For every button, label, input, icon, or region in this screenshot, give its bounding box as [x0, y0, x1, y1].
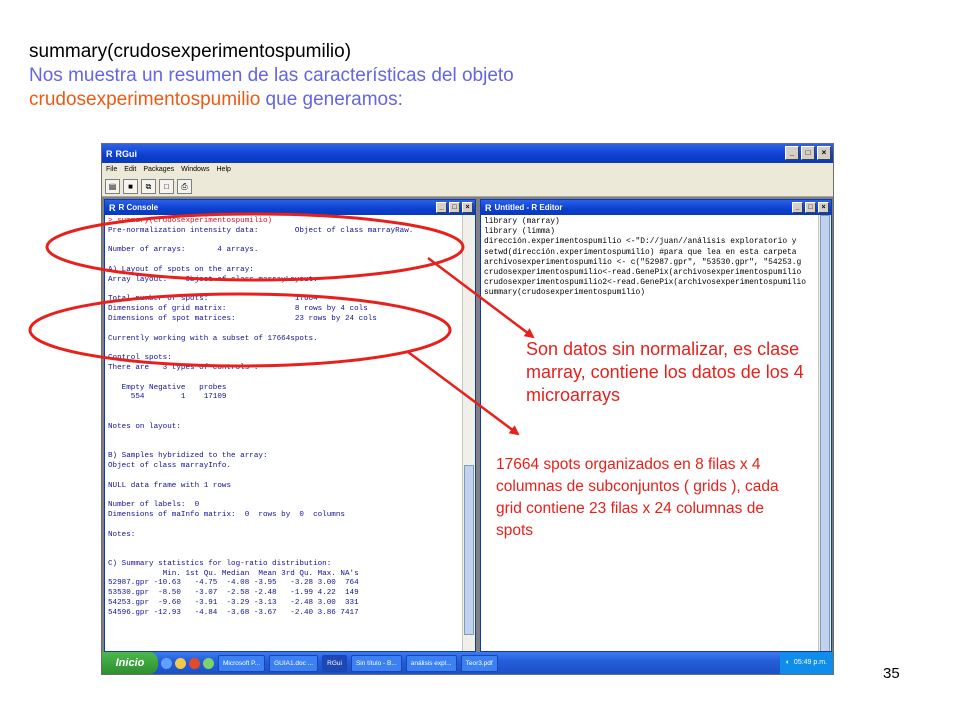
annotation-raw-data: Son datos sin normalizar, es clase marra…	[526, 339, 804, 405]
console-line: 53530.gpr -8.50 -3.07 -2.58 -2.48 -1.99 …	[108, 589, 359, 598]
stop-icon[interactable]: □	[159, 178, 174, 194]
heading-description-tail: que generamos:	[260, 89, 403, 110]
maximize-button[interactable]: □	[801, 146, 815, 160]
console-line: Control spots:	[108, 354, 172, 363]
copy-paste-icon[interactable]: ⧉	[141, 178, 156, 194]
console-line: Object of class marrayInfo.	[108, 461, 232, 470]
console-line: There are 3 types of controls :	[108, 363, 259, 372]
open-script-icon[interactable]: ▤	[105, 178, 120, 194]
console-line: Dimensions of grid matrix: 8 rows by 4 c…	[108, 305, 368, 314]
editor-close-button[interactable]: ×	[818, 202, 829, 213]
editor-line: setwd(dirección.experimentospumilio) #pa…	[484, 247, 797, 257]
editor-line: dirección.experimentospumilio <-"D://jua…	[484, 237, 797, 247]
save-icon[interactable]: ■	[123, 178, 138, 194]
console-line: Notes on layout:	[108, 422, 181, 431]
tray-network-icon[interactable]: ◐	[786, 652, 790, 674]
toolbar: ▤ ■ ⧉ □ ⎙	[102, 176, 833, 197]
editor-scroll-thumb[interactable]	[820, 215, 830, 651]
editor-scrollbar[interactable]	[818, 215, 831, 651]
heading-description-line2: crudosexperimentospumilio que generamos:	[29, 89, 403, 110]
console-line: 54596.gpr -12.93 -4.84 -3.68 -3.67 -2.40…	[108, 608, 359, 617]
start-button[interactable]: Inicio	[102, 652, 158, 674]
console-line: C) Summary statistics for log-ratio dist…	[108, 559, 332, 568]
console-line: Array layout: Object of class marrayLayo…	[108, 275, 318, 284]
editor-line: crudosexperimentospumilio2<-read.GenePix…	[484, 278, 806, 288]
page-number: 35	[883, 665, 900, 682]
menu-packages[interactable]: Packages	[143, 166, 174, 173]
close-button[interactable]: ×	[817, 146, 831, 160]
quicklaunch-browser-icon[interactable]	[161, 657, 172, 669]
r-logo-icon: R	[109, 202, 116, 213]
task-pdf[interactable]: Teor3.pdf	[460, 654, 498, 672]
editor-titlebar[interactable]: R Untitled - R Editor _ □ ×	[481, 200, 831, 215]
editor-maximize-button[interactable]: □	[805, 202, 816, 213]
console-line: Notes:	[108, 530, 136, 539]
r-console-window[interactable]: R R Console _ □ × > summary(crudosexperi…	[104, 199, 476, 652]
console-line: Dimensions of maInfo matrix: 0 rows by 0…	[108, 510, 345, 519]
windows-taskbar: Inicio Microsoft P... GUIA1.doc ... RGui…	[102, 652, 833, 674]
console-minimize-button[interactable]: _	[436, 202, 447, 213]
console-line: A) Layout of spots on the array:	[108, 265, 254, 274]
console-line: Total number of spots: 17664	[108, 295, 318, 304]
console-line: 554 1 17109	[108, 393, 227, 402]
r-logo-icon: R	[106, 148, 113, 159]
editor-line: library (marray)	[484, 217, 560, 226]
editor-line: archivosexperimentospumilio <- c("52987.…	[484, 257, 802, 267]
heading-description: Nos muestra un resumen de las caracterís…	[29, 65, 514, 86]
menu-edit[interactable]: Edit	[124, 166, 136, 173]
heading-object-name: crudosexperimentospumilio	[29, 89, 261, 110]
task-untitled[interactable]: Sin título - B...	[350, 654, 402, 672]
console-line: Min. 1st Qu. Median Mean 3rd Qu. Max. NA…	[108, 569, 359, 578]
rgui-titlebar[interactable]: R RGui _ □ ×	[102, 144, 833, 163]
console-line: Empty Negative probes	[108, 383, 227, 392]
console-line: 52987.gpr -10.63 -4.75 -4.08 -3.95 -3.28…	[108, 579, 359, 588]
task-rgui[interactable]: RGui	[322, 654, 347, 672]
console-line: Currently working with a subset of 17664…	[108, 334, 318, 343]
console-title: R Console	[118, 203, 159, 212]
editor-line: summary(crudosexperimentospumilio)	[484, 288, 645, 298]
menu-bar: File Edit Packages Windows Help	[102, 163, 833, 176]
editor-title: Untitled - R Editor	[494, 203, 563, 212]
menu-windows[interactable]: Windows	[181, 166, 209, 173]
rgui-title: RGui	[115, 148, 138, 159]
quicklaunch-media-icon[interactable]	[189, 657, 200, 669]
console-titlebar[interactable]: R R Console _ □ ×	[105, 200, 475, 215]
console-line: NULL data frame with 1 rows	[108, 481, 232, 490]
slide-heading: summary(crudosexperimentospumilio) Nos m…	[29, 40, 929, 112]
console-scroll-thumb[interactable]	[464, 465, 474, 635]
editor-minimize-button[interactable]: _	[792, 202, 803, 213]
editor-text-area[interactable]: library (marray) library (limma) direcci…	[484, 217, 806, 299]
r-editor-window[interactable]: R Untitled - R Editor _ □ × library (mar…	[480, 199, 832, 652]
rgui-window: R RGui _ □ × File Edit Packages Windows …	[101, 143, 834, 675]
quicklaunch-app-icon[interactable]	[203, 657, 214, 669]
console-line: Dimensions of spot matrices: 23 rows by …	[108, 314, 377, 323]
menu-help[interactable]: Help	[217, 166, 231, 173]
console-line: Pre-normalization intensity data: Object…	[108, 226, 414, 235]
menu-file[interactable]: File	[106, 166, 117, 173]
clock: 05:49 p.m.	[793, 659, 827, 666]
console-line: 54253.gpr -9.60 -3.91 -3.29 -3.13 -2.48 …	[108, 599, 359, 608]
heading-command: summary(crudosexperimentospumilio)	[29, 41, 352, 62]
minimize-button[interactable]: _	[785, 146, 799, 160]
editor-line: library (limma)	[484, 227, 556, 237]
mdi-workspace: R R Console _ □ × > summary(crudosexperi…	[102, 197, 833, 653]
console-line: B) Samples hybridized to the array:	[108, 452, 268, 461]
console-maximize-button[interactable]: □	[449, 202, 460, 213]
r-logo-icon: R	[485, 202, 492, 213]
console-line: Number of arrays: 4 arrays.	[108, 246, 259, 255]
task-word-doc[interactable]: GUIA1.doc ...	[269, 654, 319, 672]
system-tray: ◐ 05:49 p.m.	[779, 652, 833, 674]
console-output[interactable]: > summary(crudosexperimentospumilio) Pre…	[108, 217, 413, 619]
console-close-button[interactable]: ×	[462, 202, 473, 213]
start-label: Inicio	[115, 657, 145, 669]
console-line: Number of labels: 0	[108, 501, 200, 510]
editor-line: crudosexperimentospumilio<-read.GenePix(…	[484, 268, 802, 278]
annotation-spot-layout: 17664 spots organizados en 8 filas x 4 c…	[496, 456, 779, 539]
task-powerpoint[interactable]: Microsoft P...	[218, 654, 266, 672]
console-command: > summary(crudosexperimentospumilio)	[108, 217, 273, 225]
task-folder-analysis[interactable]: análisis expl...	[405, 654, 457, 672]
quicklaunch-folder-icon[interactable]	[175, 657, 186, 669]
print-icon[interactable]: ⎙	[177, 178, 192, 194]
console-scrollbar[interactable]	[462, 215, 475, 651]
